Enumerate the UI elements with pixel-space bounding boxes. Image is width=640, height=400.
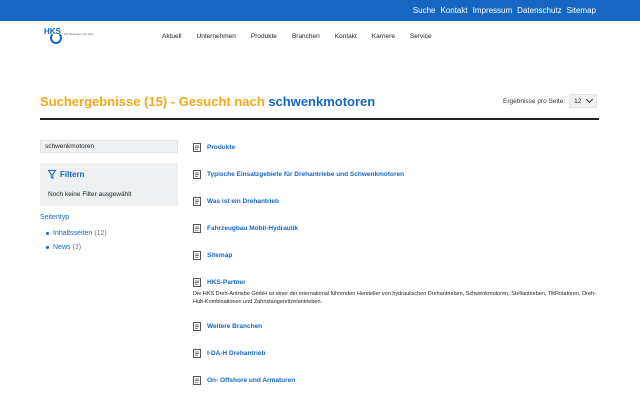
facet-item-inhaltsseiten[interactable]: Inhaltsseiten (12) (46, 226, 107, 240)
result-link[interactable]: Sitemap (193, 249, 232, 261)
result-link[interactable]: On- Offshore und Armaturen (193, 374, 295, 386)
results-per-page-value: 12 (574, 97, 582, 105)
result-title: Fahrzeugbau Mobil-Hydraulik (207, 224, 299, 232)
result-item: On- Offshore und Armaturen (193, 374, 295, 386)
results-per-page-select[interactable]: 12 (569, 94, 598, 108)
result-link[interactable]: HKS-Partner (193, 276, 598, 288)
logo-tagline: Wir Bewegen die Welt (64, 32, 94, 36)
result-title: Sitemap (207, 251, 233, 259)
utility-link-sitemap[interactable]: Sitemap (567, 6, 596, 15)
results-heading-prefix: Suchergebnisse (15) - Gesucht nach (40, 94, 265, 109)
result-item: Produkte (193, 141, 235, 153)
bullet-icon (46, 245, 49, 249)
result-link[interactable]: Fahrzeugbau Mobil-Hydraulik (193, 222, 298, 234)
nav-item-aktuell[interactable]: Aktuell (162, 33, 182, 40)
nav-item-service[interactable]: Service (410, 33, 432, 40)
facet-count: (12) (94, 229, 107, 237)
nav-item-karriere[interactable]: Karriere (372, 33, 395, 40)
utility-link-kontakt[interactable]: Kontakt (440, 6, 467, 15)
facet-label: News (53, 243, 71, 251)
utility-link-datenschutz[interactable]: Datenschutz (517, 6, 561, 15)
filter-title: Filtern (60, 170, 85, 179)
nav-item-unternehmen[interactable]: Unternehmen (197, 33, 236, 40)
result-link[interactable]: Typische Einsatzgebiete für Drehantriebe… (193, 168, 404, 180)
document-icon (193, 321, 201, 331)
document-icon (193, 142, 201, 152)
document-icon (193, 169, 201, 179)
document-icon (193, 223, 201, 233)
filter-panel: Filtern Noch keine Filter ausgewählt (40, 163, 178, 206)
result-title: Produkte (207, 143, 236, 151)
result-item: Weitere Branchen (193, 320, 262, 332)
chevron-down-icon (586, 95, 594, 104)
result-item: Typische Einsatzgebiete für Drehantriebe… (193, 168, 404, 180)
main-nav: Aktuell Unternehmen Produkte Branchen Ko… (162, 21, 447, 51)
results-per-page: Ergebnisse pro Seite: 12 (503, 94, 598, 108)
result-item: Sitemap (193, 249, 232, 261)
hks-logo[interactable]: HKS Wir Bewegen die Welt (44, 26, 96, 44)
result-item: I-DA-H Drehantrieb (193, 347, 266, 359)
result-title: On- Offshore und Armaturen (207, 376, 296, 384)
result-item: HKS-Partner Die HKS Dreh-Antriebe GmbH is… (193, 276, 598, 306)
result-item: Fahrzeugbau Mobil-Hydraulik (193, 222, 298, 234)
result-description: Die HKS Dreh-Antriebe GmbH ist einer der… (193, 291, 596, 305)
utility-link-impressum[interactable]: Impressum (473, 6, 513, 15)
page-title: Suchergebnisse (15) - Gesucht nach schwe… (40, 94, 375, 109)
result-link[interactable]: I-DA-H Drehantrieb (193, 347, 266, 359)
search-input[interactable]: schwenkmotoren (40, 140, 178, 153)
bullet-icon (46, 231, 49, 235)
results-heading-query: schwenkmotoren (268, 94, 376, 109)
result-title: Typische Einsatzgebiete für Drehantriebe… (207, 170, 405, 178)
title-divider (40, 118, 599, 120)
document-icon (193, 196, 201, 206)
facet-label: Inhaltsseiten (53, 229, 93, 237)
main-header: HKS Wir Bewegen die Welt Aktuell Unterne… (0, 21, 640, 51)
utility-links: Suche Kontakt Impressum Datenschutz Site… (413, 0, 596, 21)
utility-link-suche[interactable]: Suche (413, 6, 436, 15)
nav-item-kontakt[interactable]: Kontakt (335, 33, 357, 40)
result-link[interactable]: Produkte (193, 141, 235, 153)
utility-bar: Suche Kontakt Impressum Datenschutz Site… (0, 0, 640, 21)
facet-item-news[interactable]: News (3) (46, 240, 107, 254)
result-link[interactable]: Weitere Branchen (193, 320, 262, 332)
document-icon (193, 250, 201, 260)
no-filter-text: Noch keine Filter ausgewählt (48, 191, 132, 198)
result-title: I-DA-H Drehantrieb (207, 349, 266, 357)
result-item: Was ist ein Drehantrieb (193, 195, 279, 207)
result-title: Was ist ein Drehantrieb (207, 197, 279, 205)
document-icon (193, 375, 201, 385)
result-link[interactable]: Was ist ein Drehantrieb (193, 195, 279, 207)
facet-title: Seitentyp (40, 214, 70, 221)
nav-item-branchen[interactable]: Branchen (292, 33, 320, 40)
facet-count: (3) (72, 243, 82, 251)
logo-ring-icon (50, 32, 62, 44)
filter-header[interactable]: Filtern (48, 170, 84, 179)
nav-item-produkte[interactable]: Produkte (251, 33, 277, 40)
result-title: Weitere Branchen (207, 322, 263, 330)
funnel-icon (48, 170, 56, 179)
facet-list: Inhaltsseiten (12) News (3) (46, 226, 107, 254)
document-icon (193, 348, 201, 358)
result-title: HKS-Partner (207, 278, 246, 286)
results-per-page-label: Ergebnisse pro Seite: (503, 97, 566, 105)
document-icon (193, 277, 201, 287)
